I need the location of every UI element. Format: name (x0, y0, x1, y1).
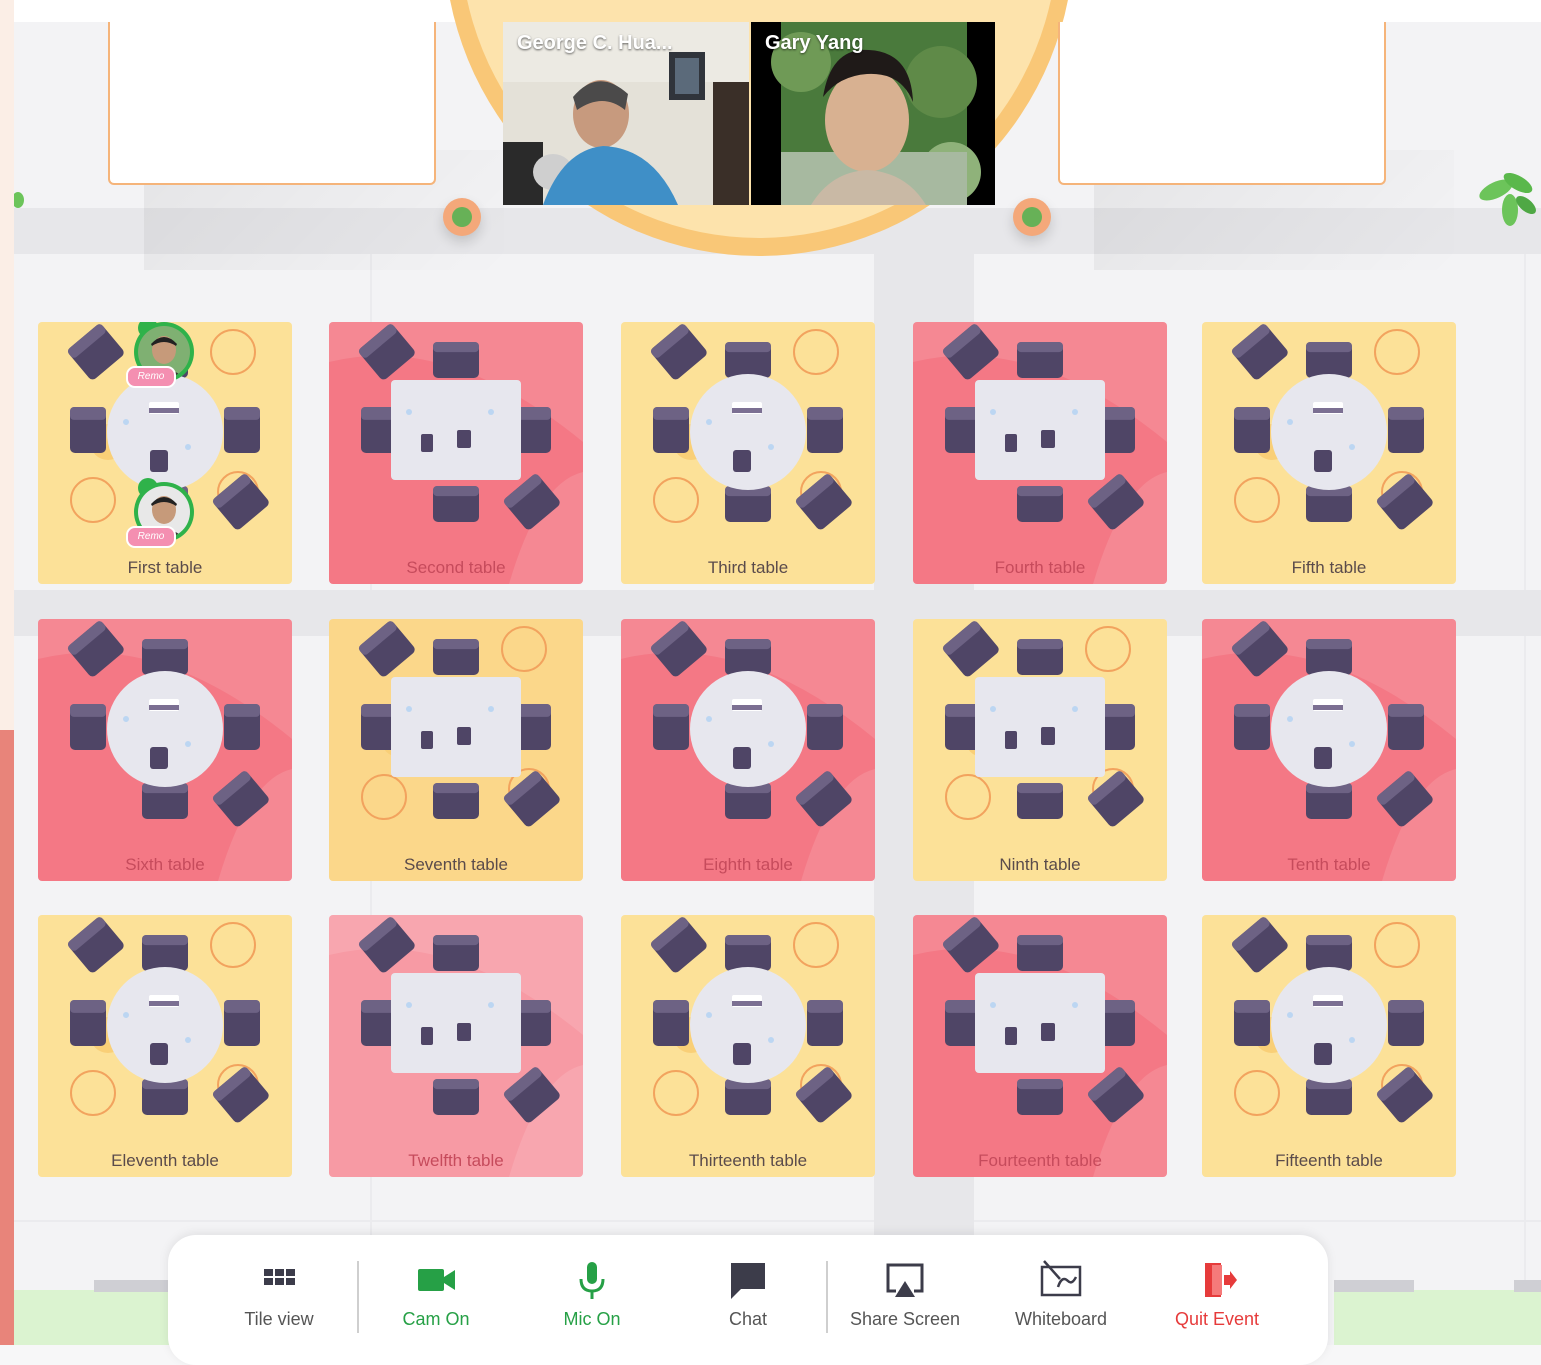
floor-bench (1334, 1280, 1414, 1292)
table-illustration (329, 322, 583, 584)
table-label: Fifth table (1291, 558, 1367, 577)
video-tile-george[interactable]: George C. Hua... (503, 22, 749, 205)
tile-view-button[interactable]: Tile view (204, 1235, 354, 1345)
floor-gridline (14, 1220, 1541, 1222)
table-label: Tenth table (1287, 855, 1371, 874)
table-label: Seventh table (404, 855, 508, 874)
share-screen-label: Share Screen (849, 1309, 961, 1329)
participant-name: George C. Hua... (517, 32, 673, 54)
table-label: Twelfth table (408, 1151, 504, 1170)
attendee-avatar[interactable]: Remo (126, 322, 194, 388)
table-label: Fourteenth table (978, 1151, 1102, 1170)
table-card[interactable]: Eighth table (621, 619, 875, 881)
participant-name: Gary Yang (765, 32, 864, 54)
stage-light-left (443, 198, 481, 236)
table-card[interactable]: Tenth table (1202, 619, 1456, 881)
table-illustration (329, 915, 583, 1177)
whiteboard-label: Whiteboard (1014, 1309, 1108, 1329)
floor-grass (14, 1290, 174, 1345)
table-illustration (38, 619, 292, 881)
toolbar-divider (357, 1261, 359, 1333)
table-label: Ninth table (999, 855, 1081, 874)
table-card[interactable]: Eleventh table (38, 915, 292, 1177)
attendee-avatar[interactable]: Remo (126, 478, 194, 548)
microphone-icon (579, 1262, 605, 1299)
table-illustration (67, 917, 269, 1123)
table-illustration (1202, 619, 1456, 881)
cam-on-label: Cam On (402, 1309, 470, 1329)
table-card[interactable]: Fifth table (1202, 322, 1456, 584)
table-illustration (913, 915, 1167, 1177)
table-card[interactable]: Sixth table (38, 619, 292, 881)
table-illustration (1231, 917, 1433, 1123)
floor-bench (94, 1280, 174, 1292)
table-card[interactable]: Fourteenth table (913, 915, 1167, 1177)
table-card[interactable]: Fifteenth table (1202, 915, 1456, 1177)
table-illustration (942, 621, 1144, 827)
table-label: Thirteenth table (688, 1151, 808, 1170)
event-floor: George C. Hua... Gary Yang First table R… (14, 0, 1541, 1345)
stage-screen-left (108, 22, 436, 185)
table-label: Eighth table (703, 855, 793, 874)
table-card[interactable]: Thirteenth table (621, 915, 875, 1177)
table-card[interactable]: Fourth table (913, 322, 1167, 584)
video-tile-gary[interactable]: Gary Yang (751, 22, 995, 205)
cam-on-button[interactable]: Cam On (361, 1235, 511, 1345)
plant-icon (14, 192, 24, 208)
toolbar-divider (826, 1261, 828, 1333)
attendee-tag: Remo (126, 366, 176, 388)
table-card[interactable]: Second table (329, 322, 583, 584)
quit-event-button[interactable]: Quit Event (1142, 1235, 1292, 1345)
table-card[interactable]: Seventh table (329, 619, 583, 881)
table-card[interactable]: Twelfth table (329, 915, 583, 1177)
left-edge-panel-bottom (0, 730, 14, 1345)
stage-screen-right (1058, 22, 1386, 185)
table-illustration (621, 619, 875, 881)
whiteboard-button[interactable]: Whiteboard (986, 1235, 1136, 1345)
table-card[interactable]: Ninth table (913, 619, 1167, 881)
table-card[interactable]: Third table (621, 322, 875, 584)
video-camera-icon (418, 1269, 455, 1291)
table-label: Second table (406, 558, 506, 577)
floor-grass (1334, 1290, 1541, 1345)
mic-on-label: Mic On (563, 1309, 621, 1329)
attendee-tag: Remo (126, 526, 176, 548)
table-label: Sixth table (125, 855, 205, 874)
table-label: Third table (707, 558, 789, 577)
chat-label: Chat (728, 1309, 768, 1329)
table-card[interactable]: First table Remo Remo (38, 322, 292, 584)
quit-event-label: Quit Event (1174, 1309, 1260, 1329)
share-screen-button[interactable]: Share Screen (830, 1235, 980, 1345)
table-label: Eleventh table (111, 1151, 219, 1170)
bottom-toolbar: Tile view Cam On Mic On Chat Share Scree… (168, 1235, 1328, 1365)
floor-bench (1514, 1280, 1541, 1292)
exit-door-icon (1205, 1263, 1237, 1297)
table-illustration (913, 322, 1167, 584)
tile-view-label: Tile view (244, 1309, 314, 1329)
table-illustration (650, 324, 852, 530)
chat-bubble-icon (731, 1263, 765, 1299)
table-label: Fifteenth table (1275, 1151, 1383, 1170)
table-illustration (650, 917, 852, 1123)
stage-light-right (1013, 198, 1051, 236)
whiteboard-icon (1040, 1260, 1082, 1297)
table-illustration (1231, 324, 1433, 530)
mic-on-button[interactable]: Mic On (517, 1235, 667, 1345)
chat-button[interactable]: Chat (673, 1235, 823, 1345)
floor-gridline (1524, 250, 1526, 1345)
plant-icon (1479, 172, 1536, 226)
screen-share-icon (886, 1263, 924, 1297)
table-label: First table (127, 558, 203, 577)
table-illustration (358, 621, 560, 827)
table-label: Fourth table (994, 558, 1086, 577)
grid-icon (264, 1269, 295, 1285)
